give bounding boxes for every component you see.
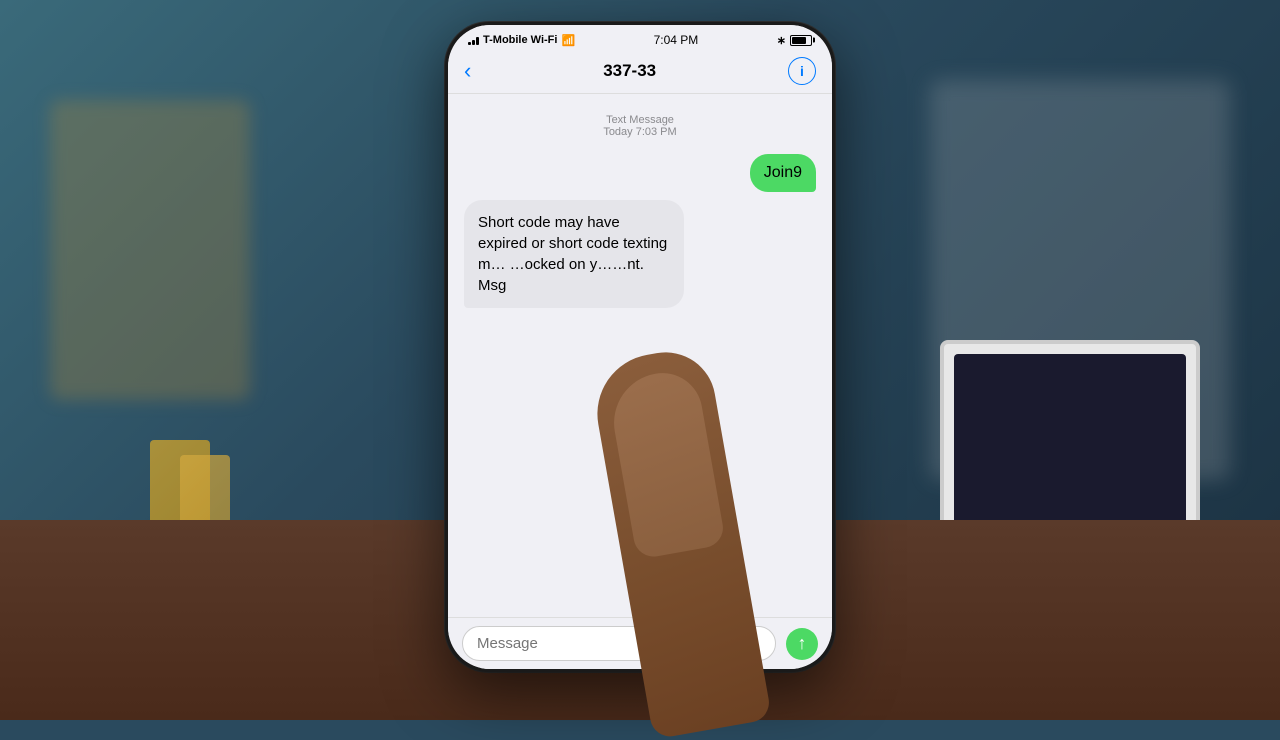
carrier-label: T-Mobile Wi-Fi [483, 34, 557, 46]
timestamp-time: Today 7:03 PM [464, 126, 816, 138]
received-bubble-text: Short code may have expired or short cod… [478, 214, 667, 294]
received-bubble: Short code may have expired or short cod… [464, 200, 684, 308]
message-timestamp: Text Message Today 7:03 PM [464, 114, 816, 138]
send-button[interactable] [786, 628, 818, 660]
signal-bar-3 [476, 37, 479, 45]
phone-device: T-Mobile Wi-Fi 📶 7:04 PM ∗ ‹ 337-33 [445, 22, 835, 672]
nav-bar: ‹ 337-33 i [448, 51, 832, 94]
signal-bar-2 [472, 40, 475, 45]
back-button[interactable]: ‹ [464, 58, 471, 84]
status-bar: T-Mobile Wi-Fi 📶 7:04 PM ∗ [448, 25, 832, 51]
scene: T-Mobile Wi-Fi 📶 7:04 PM ∗ ‹ 337-33 [0, 0, 1280, 720]
status-time: 7:04 PM [654, 33, 699, 47]
phone-screen: T-Mobile Wi-Fi 📶 7:04 PM ∗ ‹ 337-33 [448, 25, 832, 669]
bg-monitor-screen [954, 354, 1186, 526]
status-left: T-Mobile Wi-Fi 📶 [468, 34, 575, 47]
bg-blur-left [50, 100, 250, 400]
conversation-title: 337-33 [603, 61, 656, 81]
info-button[interactable]: i [788, 57, 816, 85]
message-input[interactable] [462, 626, 776, 661]
input-bar [448, 617, 832, 669]
info-icon: i [800, 63, 804, 79]
signal-bar-1 [468, 42, 471, 45]
sent-bubble: Join9 [750, 154, 816, 192]
battery-fill [792, 37, 806, 44]
bluetooth-icon: ∗ [777, 34, 786, 47]
received-message: Short code may have expired or short cod… [464, 200, 756, 308]
battery-icon [790, 35, 812, 46]
timestamp-type: Text Message [464, 114, 816, 126]
phone-wrapper: T-Mobile Wi-Fi 📶 7:04 PM ∗ ‹ 337-33 [445, 22, 835, 672]
signal-icon [468, 35, 479, 45]
status-right: ∗ [777, 34, 812, 47]
sent-message: Join9 [524, 154, 816, 192]
wifi-icon: 📶 [561, 34, 575, 47]
messages-area[interactable]: Text Message Today 7:03 PM Join9 Short c… [448, 94, 832, 617]
